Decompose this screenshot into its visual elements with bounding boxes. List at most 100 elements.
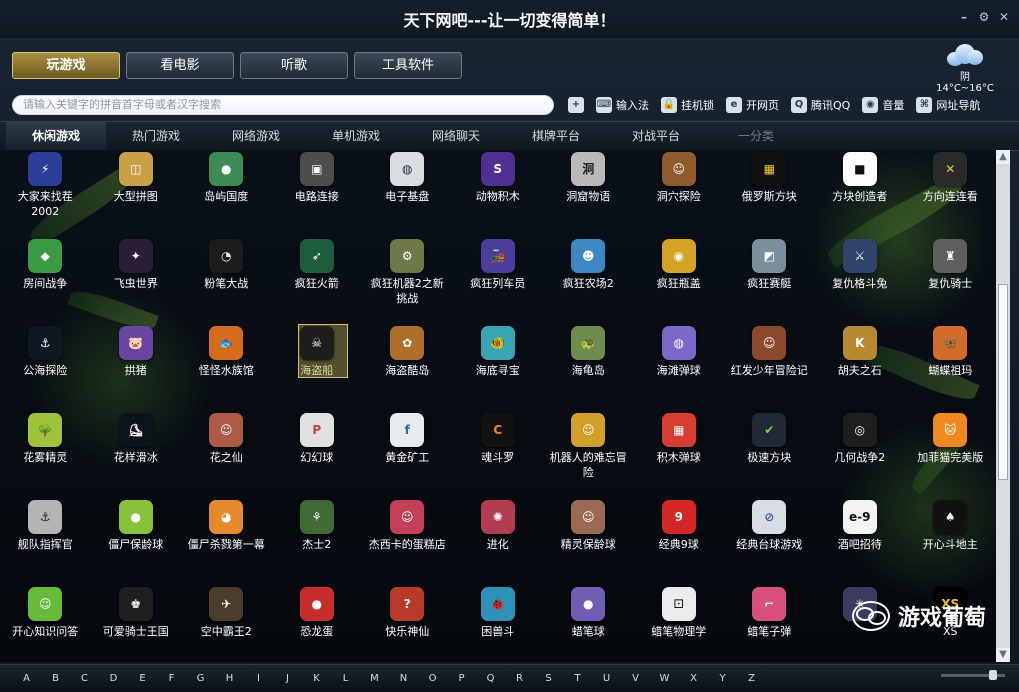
game-item[interactable]: P 幻幻球 (272, 411, 363, 498)
game-item[interactable]: ➶ 疯狂火箭 (272, 237, 363, 324)
game-item[interactable]: ◔ 粉笔大战 (181, 237, 272, 324)
alphabet-letter[interactable]: Y (708, 673, 737, 684)
add-tool[interactable]: + (568, 97, 584, 113)
tool-volume[interactable]: ◉ 音量 (862, 97, 904, 113)
game-item[interactable]: 🚂 疯狂列车员 (453, 237, 544, 324)
top-tab-movies[interactable]: 看电影 (126, 52, 234, 79)
alphabet-letter[interactable]: Z (737, 673, 766, 684)
game-item[interactable]: ▦ 俄罗斯方块 (724, 150, 815, 237)
game-item[interactable]: ⚓ 公海探险 (0, 324, 91, 411)
alphabet-letter[interactable]: Q (476, 673, 505, 684)
category-chat[interactable]: 网络聊天 (406, 122, 506, 150)
game-item[interactable]: ● 僵尸保龄球 (91, 498, 182, 585)
alphabet-letter[interactable]: U (592, 673, 621, 684)
game-item[interactable]: ◕ 僵尸杀戮第一幕 (181, 498, 272, 585)
category-single[interactable]: 单机游戏 (306, 122, 406, 150)
game-item[interactable]: ⚙ 疯狂机器2之新挑战 (362, 237, 453, 324)
scroll-down-icon[interactable]: ▼ (996, 648, 1010, 662)
tool-qq[interactable]: Q 腾讯QQ (791, 97, 850, 113)
game-item[interactable]: 🐟 怪怪水族馆 (181, 324, 272, 411)
game-item[interactable]: ☺ 机器人的难忘冒险 (543, 411, 634, 498)
alphabet-letter[interactable]: M (360, 673, 389, 684)
game-item[interactable]: 🐢 海龟岛 (543, 324, 634, 411)
alphabet-letter[interactable]: L (331, 673, 360, 684)
game-item[interactable]: ✕ 方向连连看 (905, 150, 996, 237)
game-item[interactable]: 🌳 花雾精灵 (0, 411, 91, 498)
game-item[interactable]: 洞洞窟物语 (543, 150, 634, 237)
game-item[interactable]: ● 岛屿国度 (181, 150, 272, 237)
game-item[interactable]: ⚓ 舰队指挥官 (0, 498, 91, 585)
alphabet-letter[interactable]: G (186, 673, 215, 684)
scroll-thumb[interactable] (998, 284, 1008, 480)
game-item[interactable]: ☺ 花之仙 (181, 411, 272, 498)
alphabet-letter[interactable]: A (12, 673, 41, 684)
game-item[interactable]: f 黄金矿工 (362, 411, 453, 498)
game-item[interactable]: ✺ 进化 (453, 498, 544, 585)
close-icon[interactable]: ✕ (997, 10, 1011, 24)
game-item[interactable]: ☺ 开心知识问答 (0, 585, 91, 662)
game-item[interactable]: ● 蜡笔球 (543, 585, 634, 662)
category-board[interactable]: 棋牌平台 (506, 122, 606, 150)
game-item[interactable]: ✈ 空中霸王2 (181, 585, 272, 662)
game-item[interactable]: ⚘ 杰士2 (272, 498, 363, 585)
game-item[interactable]: ? 快乐神仙 (362, 585, 453, 662)
game-item[interactable]: ☺ 杰西卡的蛋糕店 (362, 498, 453, 585)
game-item[interactable]: ▣ 电路连接 (272, 150, 363, 237)
zoom-slider[interactable] (941, 670, 1005, 680)
game-item[interactable]: ☺ 精灵保龄球 (543, 498, 634, 585)
game-item[interactable]: K 胡夫之石 (815, 324, 906, 411)
game-item[interactable]: ⚡ 大家来找茬2002 (0, 150, 91, 237)
alphabet-letter[interactable]: X (679, 673, 708, 684)
category-online[interactable]: 网络游戏 (206, 122, 306, 150)
game-item[interactable]: ♜ 复仇骑士 (905, 237, 996, 324)
alphabet-letter[interactable]: H (215, 673, 244, 684)
tool-lock[interactable]: 🔒 挂机锁 (661, 97, 714, 113)
alphabet-letter[interactable]: P (447, 673, 476, 684)
game-item[interactable]: S 动物积木 (453, 150, 544, 237)
game-item[interactable]: ✔ 极速方块 (724, 411, 815, 498)
game-item[interactable]: ● 恐龙蛋 (272, 585, 363, 662)
game-item[interactable]: ✿ 海盗酷岛 (362, 324, 453, 411)
alphabet-letter[interactable]: T (563, 673, 592, 684)
game-item[interactable]: 🐷 拱猪 (91, 324, 182, 411)
game-item[interactable]: ⌐ 蜡笔子弹 (724, 585, 815, 662)
tool-browser[interactable]: e 开网页 (726, 97, 779, 113)
game-item[interactable]: 🐞 困兽斗 (453, 585, 544, 662)
game-item[interactable]: ◆ 房间战争 (0, 237, 91, 324)
category-casual[interactable]: 休闲游戏 (6, 122, 106, 150)
game-item[interactable]: ◩ 疯狂赛艇 (724, 237, 815, 324)
game-item[interactable]: ▦ 积木弹球 (634, 411, 725, 498)
game-item[interactable]: ◉ 疯狂瓶盖 (634, 237, 725, 324)
category-hot[interactable]: 热门游戏 (106, 122, 206, 150)
alphabet-letter[interactable]: C (70, 673, 99, 684)
alphabet-letter[interactable]: E (128, 673, 157, 684)
game-item[interactable]: ■ 方块创造者 (815, 150, 906, 237)
tool-navigation[interactable]: ⌘ 网址导航 (916, 97, 980, 113)
alphabet-letter[interactable]: F (157, 673, 186, 684)
alphabet-letter[interactable]: R (505, 673, 534, 684)
game-item[interactable]: 🦋 蝴蝶祖玛 (905, 324, 996, 411)
alphabet-letter[interactable]: J (273, 673, 302, 684)
game-item[interactable]: ✦ 飞虫世界 (91, 237, 182, 324)
game-item[interactable]: ◍ 海滩弹球 (634, 324, 725, 411)
game-item[interactable]: ☺ 洞穴探险 (634, 150, 725, 237)
game-item[interactable]: 🐱 加菲猫完美版 (905, 411, 996, 498)
top-tab-music[interactable]: 听歌 (240, 52, 348, 79)
alphabet-letter[interactable]: I (244, 673, 273, 684)
game-item[interactable]: e-9 酒吧招待 (815, 498, 906, 585)
game-item[interactable]: ☻ 疯狂农场2 (543, 237, 634, 324)
game-item[interactable]: ♠ 开心斗地主 (905, 498, 996, 585)
game-item[interactable]: ♚ 可爱骑士王国 (91, 585, 182, 662)
game-item[interactable]: ⚀ 蜡笔物理学 (634, 585, 725, 662)
game-item[interactable]: ◎ 几何战争2 (815, 411, 906, 498)
alphabet-letter[interactable]: D (99, 673, 128, 684)
settings-icon[interactable]: ⚙ (977, 10, 991, 24)
game-item[interactable]: C 魂斗罗 (453, 411, 544, 498)
alphabet-letter[interactable]: K (302, 673, 331, 684)
game-item-selected[interactable]: ☠ 海盗船 (272, 324, 363, 411)
category-battle[interactable]: 对战平台 (606, 122, 706, 150)
game-item[interactable]: ◫ 大型拼图 (91, 150, 182, 237)
alphabet-letter[interactable]: V (621, 673, 650, 684)
game-item[interactable]: 9 经典9球 (634, 498, 725, 585)
tool-input-method[interactable]: ⌨ 输入法 (596, 97, 649, 113)
